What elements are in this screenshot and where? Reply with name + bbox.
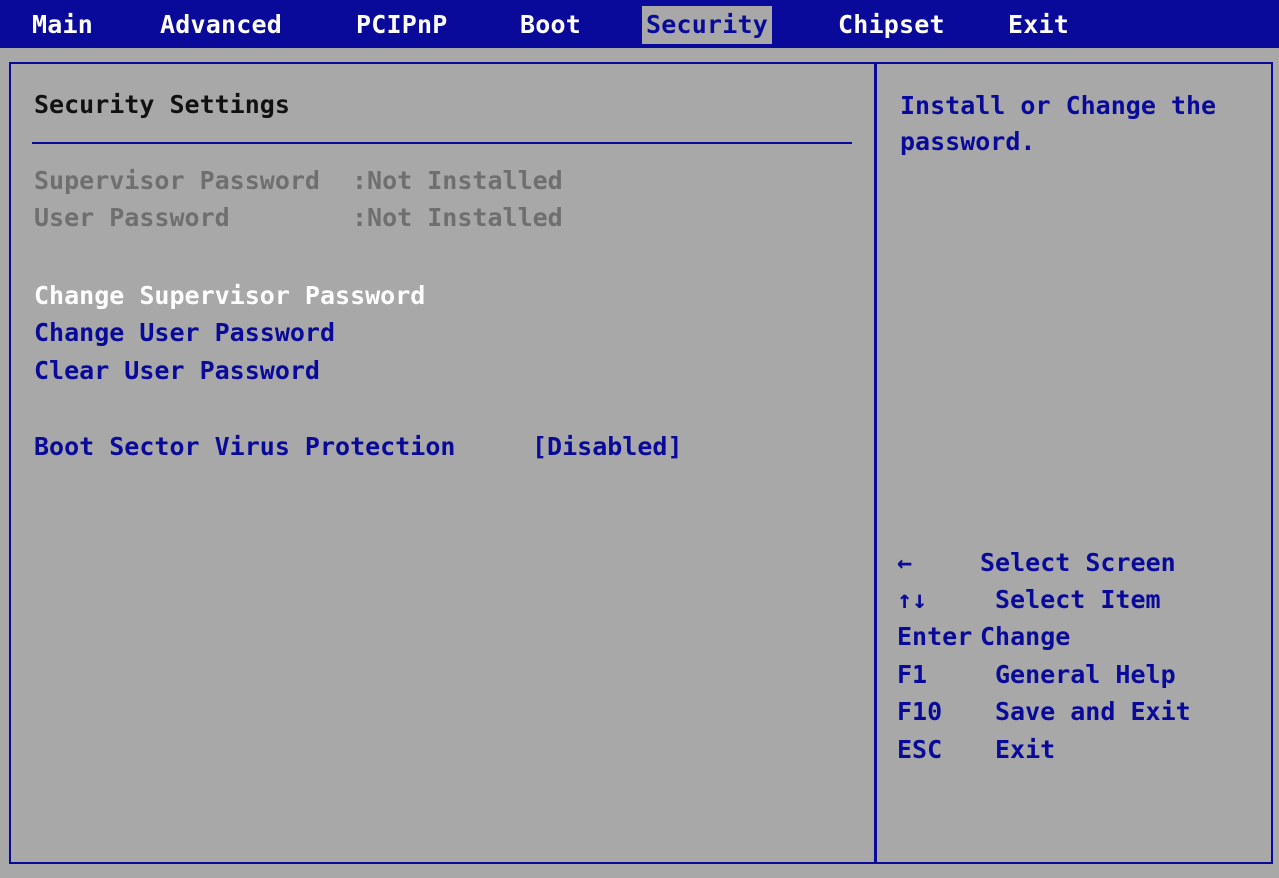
change-supervisor-password-item[interactable]: Change Supervisor Password	[34, 281, 425, 310]
legend-key-esc: ESC	[897, 735, 943, 764]
legend-select-item: Select Item	[995, 585, 1161, 614]
left-arrow-icon: ←	[897, 548, 913, 577]
tab-pcipnp[interactable]: PCIPnP	[356, 6, 448, 44]
section-heading: Security Settings	[34, 90, 290, 119]
help-text: Install or Change the password.	[900, 91, 1217, 156]
bios-screen: Main Advanced PCIPnP Boot Security Chips…	[0, 0, 1279, 878]
tab-main[interactable]: Main	[32, 6, 93, 44]
supervisor-password-label: Supervisor Password	[34, 166, 320, 195]
user-password-label: User Password	[34, 203, 230, 232]
tab-security[interactable]: Security	[642, 6, 773, 44]
clear-user-password-item[interactable]: Clear User Password	[34, 356, 320, 385]
boot-sector-virus-protection-value[interactable]: [Disabled]	[532, 432, 683, 461]
change-user-password-item[interactable]: Change User Password	[34, 318, 335, 347]
legend-general-help: General Help	[995, 660, 1176, 689]
heading-separator	[32, 142, 852, 144]
supervisor-password-status: :Not Installed	[352, 166, 563, 195]
legend-select-screen: Select Screen	[980, 548, 1176, 577]
legend-key-f10: F10	[897, 697, 943, 726]
tab-exit[interactable]: Exit	[1008, 6, 1069, 44]
menu-bar: Main Advanced PCIPnP Boot Security Chips…	[0, 0, 1279, 48]
boot-sector-virus-protection-item[interactable]: Boot Sector Virus Protection	[34, 432, 455, 461]
tab-boot[interactable]: Boot	[520, 6, 581, 44]
panel-divider	[874, 62, 877, 864]
legend-save-and-exit: Save and Exit	[995, 697, 1191, 726]
tab-advanced[interactable]: Advanced	[160, 6, 282, 44]
legend-exit: Exit	[995, 735, 1056, 764]
legend-key-enter: Enter	[897, 622, 973, 651]
up-down-arrow-icon: ↑↓	[897, 585, 928, 614]
legend-key-f1: F1	[897, 660, 928, 689]
tab-chipset[interactable]: Chipset	[838, 6, 945, 44]
user-password-status: :Not Installed	[352, 203, 563, 232]
legend-change: Change	[980, 622, 1071, 651]
